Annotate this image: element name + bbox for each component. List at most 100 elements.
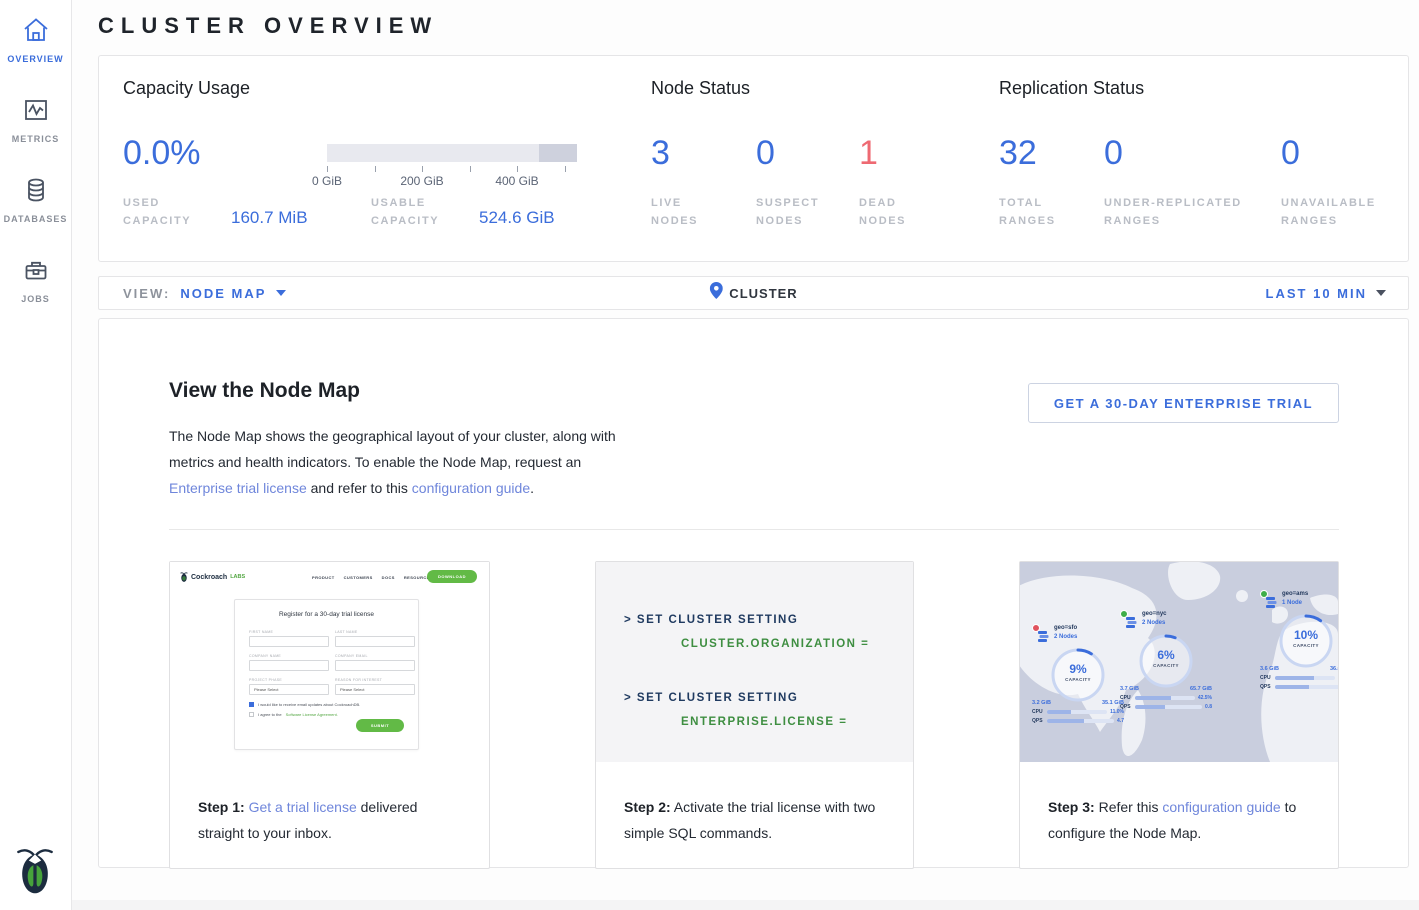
capacity-percent: 10% <box>1277 628 1335 642</box>
configuration-guide-link[interactable]: configuration guide <box>412 480 530 496</box>
locality-widget-sfo[interactable]: geo=sfo 2 Nodes 9% CAPACITY <box>1032 624 1124 724</box>
node-status-title: Node Status <box>651 78 750 99</box>
license-agreement-link[interactable]: Software License Agreement. <box>286 712 338 717</box>
capacity-axis-tick <box>327 166 328 172</box>
capacity-gauge: 10% CAPACITY <box>1277 612 1335 670</box>
sidebar-item-label: DATABASES <box>4 214 68 224</box>
total-ranges-label: TOTAL RANGES <box>999 194 1079 230</box>
capacity-axis-tick <box>470 166 471 172</box>
node-map-heading: View the Node Map <box>169 379 360 403</box>
project-phase-select[interactable]: Please Select <box>249 684 329 695</box>
sidebar-item-jobs[interactable]: JOBS <box>0 256 71 307</box>
view-label: VIEW: <box>123 286 170 301</box>
locality-name: geo=sfo <box>1054 625 1077 631</box>
intro-text: and refer to this <box>307 480 412 496</box>
sidebar-item-label: METRICS <box>12 134 60 144</box>
suspect-nodes-count: 0 <box>756 134 775 173</box>
step-prefix: Step 1: <box>198 799 245 815</box>
used-capacity-value: 160.7 MiB <box>231 208 308 228</box>
cockroachdb-logo <box>16 843 54 897</box>
nav-item[interactable]: PRODUCT <box>312 575 335 580</box>
locality-name: geo=nyc <box>1142 611 1167 617</box>
field-label: COMPANY EMAIL <box>335 654 368 658</box>
capacity-bar-reserved-segment <box>539 144 577 162</box>
step-text: Refer this <box>1095 799 1163 815</box>
checkbox-checked-icon[interactable] <box>249 702 254 707</box>
page-title: CLUSTER OVERVIEW <box>98 13 438 39</box>
capacity-gauge: 6% CAPACITY <box>1137 632 1195 690</box>
cpu-label: CPU <box>1260 675 1272 681</box>
capacity-axis-label: 400 GiB <box>495 174 538 188</box>
field-label: REASON FOR INTEREST <box>335 678 382 682</box>
company-email-input[interactable] <box>335 660 415 671</box>
field-label: COMPANY NAME <box>249 654 281 658</box>
locality-widget-ams[interactable]: geo=ams 1 Node 10% CAPACITY <box>1260 590 1338 690</box>
capacity-bar <box>327 144 577 162</box>
chevron-down-icon <box>276 290 286 296</box>
chevron-down-icon <box>1376 290 1386 296</box>
locality-widget-nyc[interactable]: geo=nyc 2 Nodes 6% CAPACITY <box>1120 610 1212 710</box>
nav-item[interactable]: DOCS <box>382 575 395 580</box>
live-nodes-label: LIVE NODES <box>651 194 731 230</box>
capacity-axis-label: 200 GiB <box>400 174 443 188</box>
sidebar-item-metrics[interactable]: METRICS <box>0 96 71 147</box>
qps-sparkbar <box>1047 719 1114 723</box>
enterprise-trial-license-link[interactable]: Enterprise trial license <box>169 480 307 496</box>
step2-card: > SET CLUSTER SETTING CLUSTER.ORGANIZATI… <box>595 561 914 869</box>
company-name-input[interactable] <box>249 660 329 671</box>
nav-item[interactable]: CUSTOMERS <box>344 575 373 580</box>
sidebar-item-databases[interactable]: DATABASES <box>0 176 71 227</box>
register-site-preview: Cockroach LABS PRODUCT CUSTOMERS DOCS RE… <box>170 562 489 762</box>
sidebar-item-label: OVERVIEW <box>7 54 63 64</box>
cluster-overview-page: OVERVIEW METRICS DATABASES <box>0 0 1419 910</box>
step1-card: Cockroach LABS PRODUCT CUSTOMERS DOCS RE… <box>169 561 490 869</box>
qps-value: 0.8 <box>1205 704 1212 710</box>
trial-register-form: Register for a 30-day trial license FIRS… <box>234 599 419 750</box>
node-map-image-preview: geo=sfo 2 Nodes 9% CAPACITY <box>1020 562 1338 762</box>
sql-prompt-line: > SET CLUSTER SETTING <box>624 686 913 710</box>
capacity-usage-title: Capacity Usage <box>123 78 250 99</box>
qps-sparkbar <box>1135 705 1202 709</box>
capacity-label: CAPACITY <box>1137 663 1195 668</box>
first-name-input[interactable] <box>249 636 329 647</box>
submit-button[interactable]: SUBMIT <box>356 719 404 732</box>
reason-select[interactable]: Please Select <box>335 684 415 695</box>
capacity-percent: 9% <box>1049 662 1107 676</box>
get-enterprise-trial-button[interactable]: GET A 30-DAY ENTERPRISE TRIAL <box>1028 383 1339 423</box>
license-agree-checkbox-row[interactable]: I agree to the Software License Agreemen… <box>249 712 338 717</box>
cpu-sparkbar <box>1275 676 1335 680</box>
locality-node-count: 1 Node <box>1282 600 1302 606</box>
email-updates-checkbox-row[interactable]: I would like to receive email updates ab… <box>249 702 360 707</box>
sql-commands-preview: > SET CLUSTER SETTING CLUSTER.ORGANIZATI… <box>596 562 913 762</box>
configuration-guide-link[interactable]: configuration guide <box>1162 799 1280 815</box>
download-button[interactable]: DOWNLOAD <box>427 570 477 583</box>
field-label: FIRST NAME <box>249 630 273 634</box>
checkbox-unchecked-icon[interactable] <box>249 712 254 717</box>
dead-nodes-label: DEAD NODES <box>859 194 939 230</box>
sidebar-item-overview[interactable]: OVERVIEW <box>0 16 71 67</box>
under-replicated-ranges-label: UNDER-REPLICATED RANGES <box>1104 194 1264 230</box>
field-label: PROJECT PHASE <box>249 678 282 682</box>
metrics-icon <box>22 96 50 124</box>
databases-icon <box>22 176 50 204</box>
time-range-dropdown[interactable]: LAST 10 MIN <box>1266 277 1386 309</box>
get-trial-license-link[interactable]: Get a trial license <box>249 799 357 815</box>
sql-setting-line: CLUSTER.ORGANIZATION = <box>624 632 913 656</box>
view-selected-value: NODE MAP <box>180 286 266 301</box>
intro-text: . <box>530 480 534 496</box>
location-pin-icon <box>709 282 722 304</box>
jobs-icon <box>22 256 50 284</box>
sidebar-item-label: JOBS <box>21 294 50 304</box>
brand-suffix: LABS <box>230 574 245 580</box>
checkbox-label: I agree to the <box>258 712 282 717</box>
capacity-axis-tick <box>422 166 423 172</box>
cpu-label: CPU <box>1032 709 1044 715</box>
step3-caption: Step 3: Refer this configuration guide t… <box>1020 762 1338 868</box>
intro-text: The Node Map shows the geographical layo… <box>169 428 616 470</box>
qps-label: QPS <box>1260 684 1272 690</box>
suspect-nodes-label: SUSPECT NODES <box>756 194 836 230</box>
qps-label: QPS <box>1120 704 1132 710</box>
view-selector-dropdown[interactable]: VIEW: NODE MAP <box>123 277 286 309</box>
capacity-label: CAPACITY <box>1277 643 1335 648</box>
last-name-input[interactable] <box>335 636 415 647</box>
